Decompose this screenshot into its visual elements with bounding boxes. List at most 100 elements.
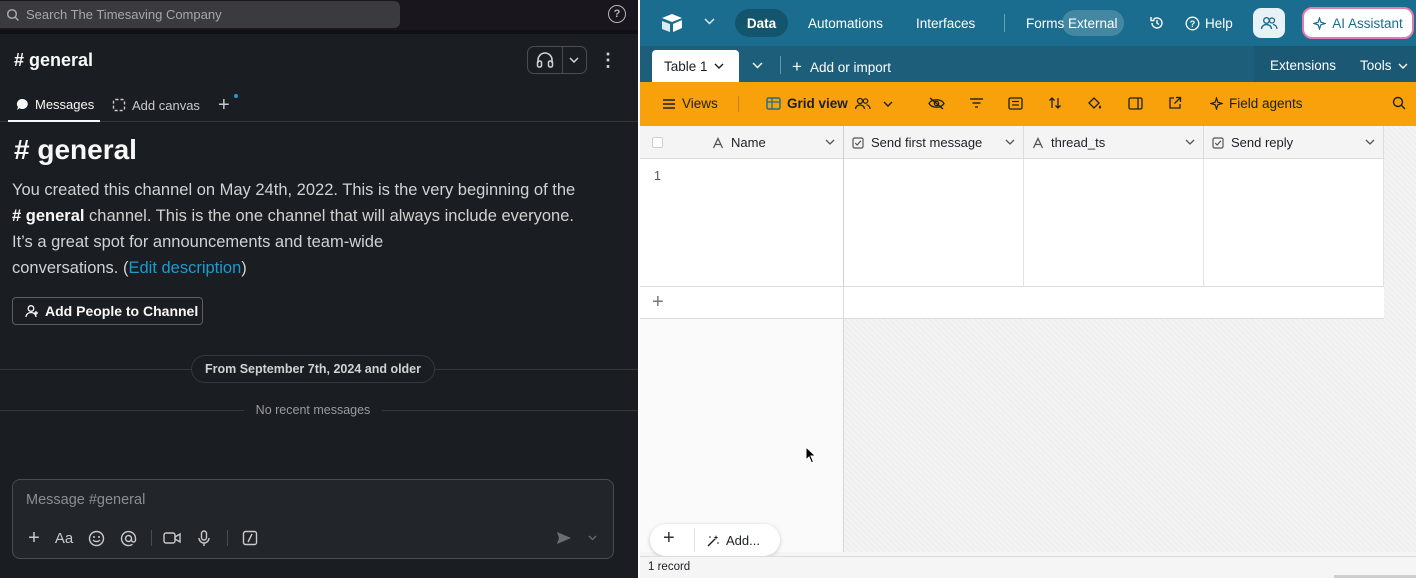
more-options-icon[interactable]: ⋮ <box>598 48 618 72</box>
nav-interfaces[interactable]: Interfaces <box>916 9 975 37</box>
add-actions-pill: + Add... <box>650 524 780 556</box>
checkbox-type-icon <box>852 136 864 149</box>
chevron-down-icon <box>883 101 893 107</box>
canvas-icon <box>112 98 126 112</box>
channel-title[interactable]: # general <box>14 50 93 71</box>
column-header-send-first-message[interactable]: Send first message <box>844 126 1024 159</box>
field-agents-button[interactable]: Field agents <box>1210 96 1303 111</box>
huddle-button[interactable] <box>527 46 587 74</box>
headphones-icon[interactable] <box>528 47 563 73</box>
table-tab[interactable]: Table 1 <box>652 50 739 82</box>
add-record-row[interactable]: + <box>640 287 1384 319</box>
nav-automations[interactable]: Automations <box>808 9 883 37</box>
add-or-import-button[interactable]: + Add or import <box>792 57 891 77</box>
row-height-icon[interactable] <box>1126 94 1144 112</box>
channel-intro-title: # general <box>14 134 137 165</box>
color-icon[interactable] <box>1086 94 1104 112</box>
formatting-icon[interactable]: Aa <box>53 527 75 549</box>
chevron-down-icon[interactable] <box>563 47 586 73</box>
composer-separator <box>151 530 152 546</box>
date-divider-pill[interactable]: From September 7th, 2024 and older <box>191 355 435 383</box>
hide-fields-icon[interactable] <box>927 94 945 112</box>
intro-line-3: It’s a great spot for announcements and … <box>12 233 384 251</box>
attach-plus-icon[interactable]: + <box>23 527 45 549</box>
all-tables-chevron-icon[interactable] <box>752 58 763 72</box>
select-all-checkbox[interactable] <box>652 137 663 148</box>
message-composer: + Aa <box>12 479 614 559</box>
send-icon[interactable] <box>553 527 575 549</box>
message-input[interactable] <box>26 492 586 508</box>
ai-assistant-button[interactable]: AI Assistant <box>1302 7 1414 39</box>
tab-add-canvas[interactable]: Add canvas <box>112 88 200 122</box>
sparkle-icon <box>1313 16 1327 30</box>
column-header-send-reply[interactable]: Send reply <box>1204 126 1384 159</box>
shortcuts-icon[interactable] <box>239 527 261 549</box>
table-row[interactable]: 1 <box>640 159 1384 287</box>
chevron-down-icon <box>1398 58 1408 73</box>
cell-send-first-message[interactable] <box>844 159 1024 287</box>
chevron-down-icon[interactable] <box>1365 136 1375 148</box>
tab-add-canvas-label: Add canvas <box>132 97 200 113</box>
cell-send-reply[interactable] <box>1204 159 1384 287</box>
composer-separator <box>227 530 228 546</box>
add-people-label: Add People to Channel <box>45 303 199 319</box>
mention-icon[interactable] <box>117 527 139 549</box>
chevron-down-icon[interactable] <box>825 136 835 148</box>
nav-external[interactable]: External <box>1062 10 1124 36</box>
nav-data[interactable]: Data <box>735 9 788 37</box>
chevron-down-icon[interactable] <box>1005 136 1015 148</box>
grid-view-button[interactable]: Grid view <box>766 96 893 111</box>
extensions-button[interactable]: Extensions <box>1270 58 1336 73</box>
plus-icon[interactable]: + <box>652 291 664 314</box>
column-header-label: Send reply <box>1231 135 1294 150</box>
sort-icon[interactable] <box>1046 94 1064 112</box>
tab-messages[interactable]: Messages <box>8 88 100 122</box>
share-view-icon[interactable] <box>1166 94 1184 112</box>
slack-window: Search The Timesaving Company ? # genera… <box>0 0 638 578</box>
video-icon[interactable] <box>161 527 183 549</box>
airtable-logo-icon[interactable] <box>660 12 684 34</box>
search-input[interactable]: Search The Timesaving Company <box>0 1 400 28</box>
intro-channel-ref[interactable]: # general <box>12 207 84 225</box>
chevron-down-icon[interactable] <box>704 14 715 28</box>
view-toolbar: Views Grid view Field agents <box>640 82 1416 126</box>
intro-line-4-pre: conversations. ( <box>12 259 129 277</box>
chevron-down-icon[interactable] <box>1185 136 1195 148</box>
search-icon[interactable] <box>1392 96 1406 110</box>
column-header-name[interactable]: Name <box>704 126 844 159</box>
microphone-icon[interactable] <box>193 527 215 549</box>
sparkle-icon <box>1210 97 1223 110</box>
magic-wand-icon <box>706 534 720 548</box>
send-options-chevron-icon[interactable] <box>583 527 601 549</box>
add-people-button[interactable]: Add People to Channel <box>12 297 203 325</box>
search-icon <box>6 8 20 22</box>
svg-text:?: ? <box>1190 18 1196 28</box>
slack-top-bar: Search The Timesaving Company ? <box>0 0 638 30</box>
collaborative-view-icon <box>854 97 871 110</box>
column-header-thread-ts[interactable]: thread_ts <box>1024 126 1204 159</box>
add-tab-button[interactable]: + <box>218 88 238 122</box>
search-placeholder: Search The Timesaving Company <box>26 7 222 22</box>
views-button[interactable]: Views <box>662 96 718 111</box>
collaborators-icon[interactable] <box>1253 8 1285 38</box>
help-button[interactable]: ? Help <box>1185 9 1233 37</box>
nav-forms[interactable]: Forms <box>1026 9 1064 37</box>
group-icon[interactable] <box>1006 94 1024 112</box>
add-button[interactable]: Add... <box>706 533 760 548</box>
column-header-label: Send first message <box>871 135 983 150</box>
history-icon[interactable] <box>1149 9 1165 37</box>
chevron-down-icon[interactable] <box>714 63 724 69</box>
tools-button[interactable]: Tools <box>1360 58 1408 73</box>
cell-name[interactable] <box>640 159 844 287</box>
add-record-plus-icon[interactable]: + <box>663 527 675 550</box>
help-icon[interactable]: ? <box>608 5 626 23</box>
help-label: Help <box>1205 15 1233 31</box>
menu-icon <box>662 98 676 110</box>
checkbox-type-icon <box>1212 136 1224 149</box>
cell-thread-ts[interactable] <box>1024 159 1204 287</box>
pill-separator <box>694 528 695 552</box>
table-tab-label: Table 1 <box>664 58 708 74</box>
filter-icon[interactable] <box>967 94 985 112</box>
edit-description-link[interactable]: Edit description <box>128 259 241 277</box>
emoji-icon[interactable] <box>85 527 107 549</box>
